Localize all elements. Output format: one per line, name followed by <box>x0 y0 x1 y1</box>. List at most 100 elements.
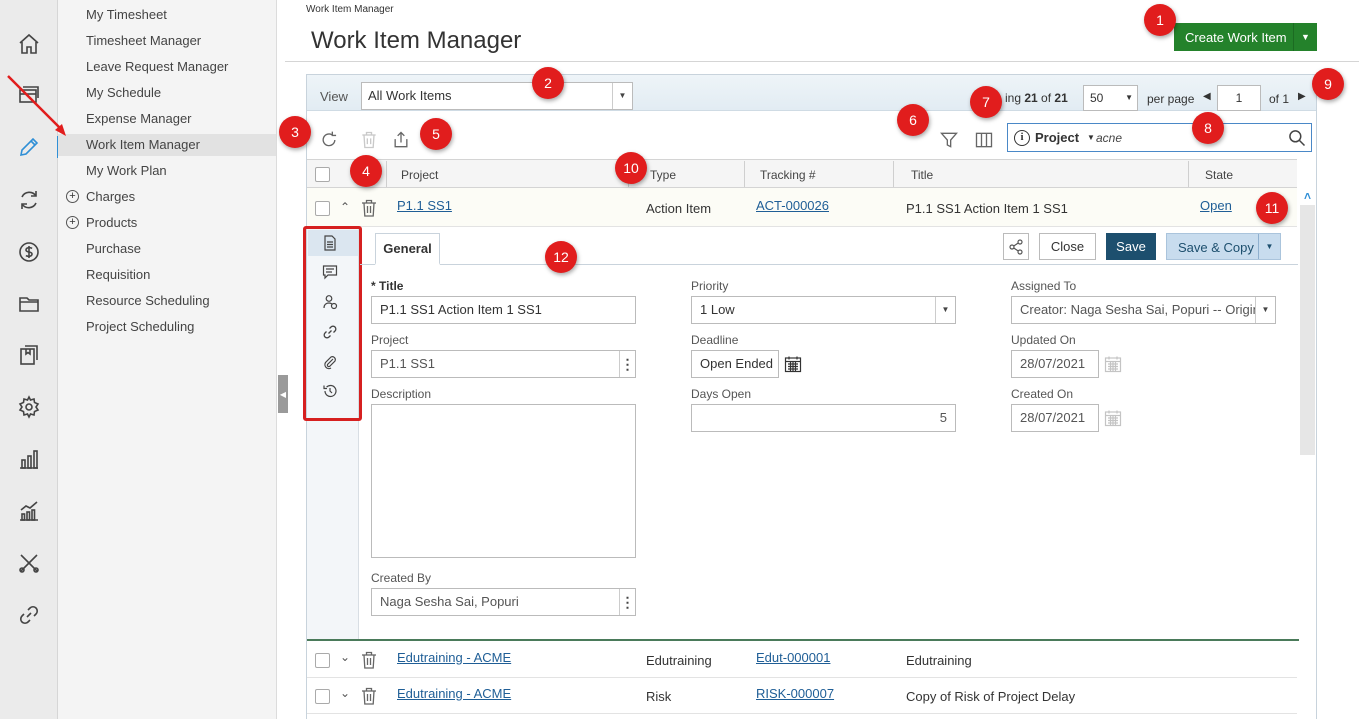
save-button[interactable]: Save <box>1106 233 1156 260</box>
row-project-link[interactable]: Edutraining - ACME <box>397 650 511 665</box>
updated-on-label: Updated On <box>1011 333 1076 347</box>
annotation-badge: 2 <box>532 67 564 99</box>
tab-general[interactable]: General <box>375 233 440 265</box>
columns-icon[interactable] <box>973 129 995 151</box>
more-options-icon[interactable]: ⋮ <box>619 351 635 377</box>
column-header-project[interactable]: Project <box>401 168 438 182</box>
chevron-down-icon[interactable]: ▼ <box>612 83 632 109</box>
menu-item-products[interactable]: + Products <box>66 212 137 234</box>
tools-icon[interactable] <box>14 548 44 578</box>
description-textarea[interactable] <box>371 404 636 558</box>
row-checkbox[interactable] <box>315 689 330 704</box>
title-input[interactable]: P1.1 SS1 Action Item 1 SS1 <box>371 296 636 324</box>
bar-chart-icon[interactable] <box>14 444 44 474</box>
expand-plus-icon[interactable]: + <box>66 190 79 203</box>
view-select[interactable]: All Work Items ▼ <box>361 82 633 110</box>
per-page-label: per page <box>1147 92 1195 106</box>
column-header-type[interactable]: Type <box>650 168 676 182</box>
menu-item-my-work-plan[interactable]: My Work Plan <box>86 160 167 182</box>
column-header-state[interactable]: State <box>1205 168 1233 182</box>
search-input[interactable]: acne <box>1096 131 1122 145</box>
collapse-menu-handle[interactable]: ◀ <box>278 375 288 413</box>
menu-item-expense-manager[interactable]: Expense Manager <box>86 108 192 130</box>
assigned-to-select[interactable]: Creator: Naga Sesha Sai, Popuri -- Origi… <box>1011 296 1276 324</box>
info-icon[interactable]: i <box>1014 130 1030 146</box>
menu-item-my-schedule[interactable]: My Schedule <box>86 82 161 104</box>
menu-item-charges[interactable]: + Charges <box>66 186 135 208</box>
create-work-item-button[interactable]: Create Work Item ▼ <box>1174 23 1317 51</box>
prev-page-icon[interactable]: ◀ <box>1203 91 1211 102</box>
column-divider <box>744 161 745 187</box>
more-options-icon[interactable]: ⋮ <box>619 589 635 615</box>
share-button[interactable] <box>1003 233 1029 260</box>
menu-item-my-timesheet[interactable]: My Timesheet <box>86 4 167 26</box>
calendar-icon[interactable] <box>784 355 802 373</box>
project-field[interactable]: P1.1 SS1 ⋮ <box>371 350 636 378</box>
gear-icon[interactable] <box>14 392 44 422</box>
deadline-input[interactable]: Open Ended <box>691 350 779 378</box>
column-divider <box>386 161 387 187</box>
save-and-copy-button[interactable]: Save & Copy ▼ <box>1166 233 1281 260</box>
chevron-up-icon[interactable]: ⌃ <box>340 200 350 214</box>
card-icon[interactable] <box>14 80 44 110</box>
row-project-link[interactable]: P1.1 SS1 <box>397 198 452 213</box>
page-number-input[interactable]: 1 <box>1217 85 1261 111</box>
close-button[interactable]: Close <box>1039 233 1096 260</box>
link-icon[interactable] <box>14 600 44 630</box>
scroll-up-icon[interactable]: ˄ <box>1300 189 1315 203</box>
chevron-down-icon[interactable]: ▼ <box>935 297 955 323</box>
menu-item-timesheet-manager[interactable]: Timesheet Manager <box>86 30 201 52</box>
select-all-checkbox[interactable] <box>315 167 330 182</box>
folder-icon[interactable] <box>14 289 44 319</box>
pencil-icon[interactable] <box>14 132 44 162</box>
search-icon[interactable] <box>1287 128 1307 148</box>
icon-rail <box>0 0 58 719</box>
menu-item-leave-request-manager[interactable]: Leave Request Manager <box>86 56 228 78</box>
delete-icon[interactable] <box>358 129 380 151</box>
trash-icon[interactable] <box>361 651 377 669</box>
book-icon[interactable] <box>14 340 44 370</box>
column-header-tracking[interactable]: Tracking # <box>760 168 816 182</box>
row-state-link[interactable]: Open <box>1200 198 1232 213</box>
priority-label: Priority <box>691 279 729 293</box>
row-tracking-link[interactable]: Edut-000001 <box>756 650 830 665</box>
chevron-down-icon[interactable]: ⌄ <box>340 686 350 700</box>
per-page-value: 50 <box>1090 91 1104 105</box>
sync-icon[interactable] <box>14 185 44 215</box>
menu-item-work-item-manager[interactable]: Work Item Manager <box>58 134 276 156</box>
description-label: Description <box>371 387 432 401</box>
refresh-icon[interactable] <box>318 129 340 151</box>
next-page-icon[interactable]: ▶ <box>1298 91 1306 102</box>
chevron-down-icon[interactable]: ▼ <box>1087 133 1095 142</box>
menu-item-purchase[interactable]: Purchase <box>86 238 141 260</box>
export-icon[interactable] <box>390 129 412 151</box>
chevron-down-icon[interactable]: ▼ <box>1255 297 1275 323</box>
chevron-down-icon[interactable]: ▼ <box>1293 23 1317 51</box>
priority-select[interactable]: 1 Low ▼ <box>691 296 956 324</box>
dollar-icon[interactable] <box>14 237 44 267</box>
row-tracking-link[interactable]: ACT-000026 <box>756 198 829 213</box>
menu-item-resource-scheduling[interactable]: Resource Scheduling <box>86 290 210 312</box>
search-field-select[interactable]: Project <box>1035 130 1079 145</box>
days-open-field: 5 <box>691 404 956 432</box>
created-by-field[interactable]: Naga Sesha Sai, Popuri ⋮ <box>371 588 636 616</box>
days-open-label: Days Open <box>691 387 752 401</box>
home-icon[interactable] <box>14 29 44 59</box>
trash-icon[interactable] <box>361 199 377 217</box>
column-header-title[interactable]: Title <box>911 168 933 182</box>
scrollbar-thumb[interactable] <box>1300 205 1315 455</box>
chevron-down-icon[interactable]: ▼ <box>1258 234 1280 259</box>
row-checkbox[interactable] <box>315 653 330 668</box>
filter-icon[interactable] <box>938 129 960 151</box>
row-checkbox[interactable] <box>315 201 330 216</box>
menu-item-requisition[interactable]: Requisition <box>86 264 150 286</box>
row-tracking-link[interactable]: RISK-000007 <box>756 686 834 701</box>
per-page-select[interactable]: 50 ▼ <box>1083 85 1138 111</box>
trash-icon[interactable] <box>361 687 377 705</box>
trend-chart-icon[interactable] <box>14 496 44 526</box>
menu-item-project-scheduling[interactable]: Project Scheduling <box>86 316 194 338</box>
expand-plus-icon[interactable]: + <box>66 216 79 229</box>
row-project-link[interactable]: Edutraining - ACME <box>397 686 511 701</box>
chevron-down-icon[interactable]: ⌄ <box>340 650 350 664</box>
search-box[interactable]: i Project ▼ acne <box>1007 123 1312 152</box>
